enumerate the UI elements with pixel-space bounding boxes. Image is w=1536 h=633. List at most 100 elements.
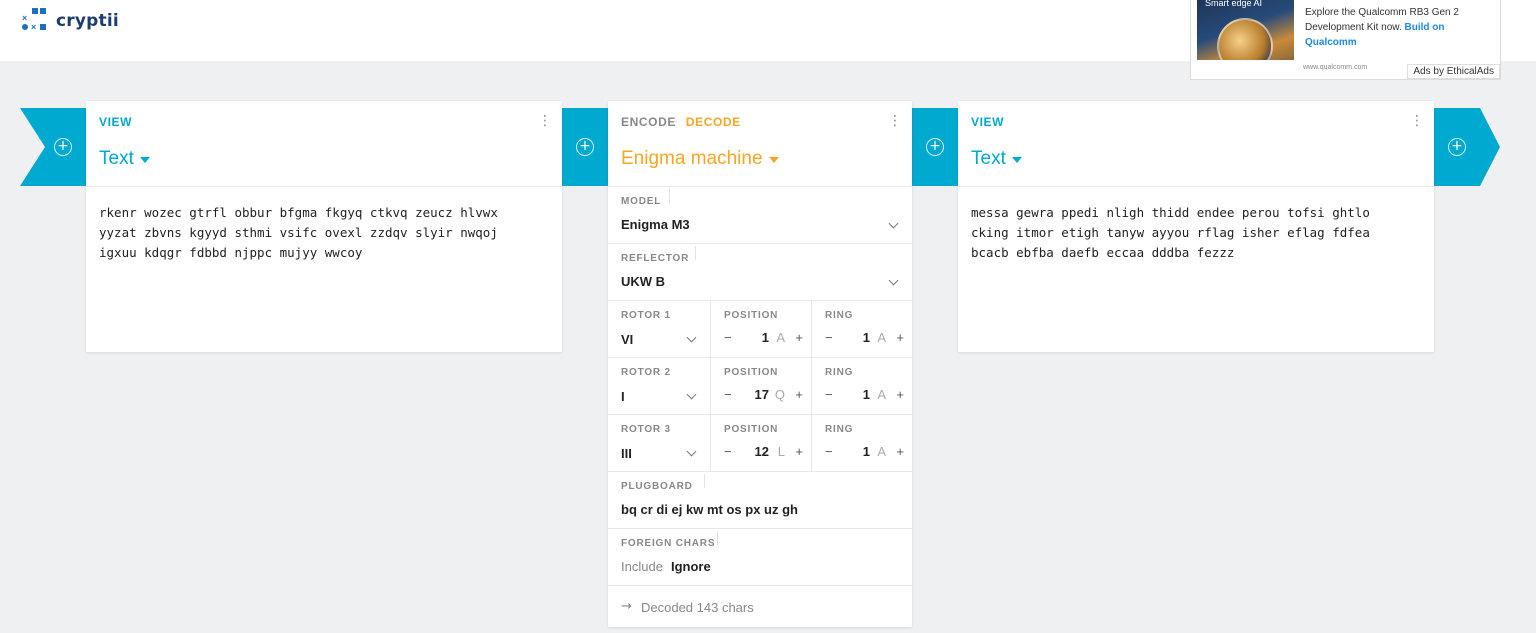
reflector-value: UKW B [621,274,666,289]
more-vert-icon[interactable]: ⋮ [888,113,902,127]
plugboard-input[interactable]: bq cr di ej kw mt os px uz gh [621,502,798,517]
rotor-value: I [621,389,625,404]
app-logo[interactable]: × × cryptii [22,8,119,34]
sponsored-ad[interactable]: Smart edge AI Explore the Qualcomm RB3 G… [1190,0,1501,80]
app-name: cryptii [56,11,119,31]
rotor-row-2: ROTOR 2 I POSITION − 17 Q + RING − 1 A + [608,358,912,415]
ring-label: RING [825,424,854,435]
add-circle-icon[interactable]: + [926,138,944,156]
position-value[interactable]: 1 [762,330,769,345]
ring-value[interactable]: 1 [863,330,870,345]
encode-decode-toggle: ENCODE DECODE [621,115,741,129]
setting-label: MODEL [621,196,662,207]
model-value: Enigma M3 [621,217,690,232]
ring-value[interactable]: 1 [863,444,870,459]
chevron-down-icon [888,218,899,229]
rotor-label: ROTOR 3 [621,424,671,435]
pipe-connector-1: + [562,108,608,186]
increment-button[interactable]: + [896,444,904,459]
card-category: VIEW [99,115,133,129]
add-circle-icon[interactable]: + [576,138,594,156]
setting-label: FOREIGN CHARS [621,538,716,549]
ads-by-ethicalads-link[interactable]: Ads by EthicalAds [1407,64,1500,79]
pipe-connector-2: + [912,108,958,186]
increment-button[interactable]: + [896,387,904,402]
ad-image-label: Smart edge AI [1205,0,1263,8]
rotor-ring-stepper: RING − 1 A + [811,301,912,358]
encode-toggle[interactable]: ENCODE [621,115,676,129]
caret-down-icon [139,157,150,163]
label-divider [704,474,705,488]
include-option[interactable]: Include [621,559,663,574]
position-value[interactable]: 17 [755,387,769,402]
rotor-value: VI [621,332,634,347]
status-message: Decoded 143 chars [641,600,754,615]
increment-button[interactable]: + [896,330,904,345]
rotor-position-stepper: POSITION − 1 A + [710,301,811,358]
caret-down-icon [768,157,779,163]
rotor-row-3: ROTOR 3 III POSITION − 12 L + RING − 1 A… [608,415,912,472]
rotor-label: ROTOR 2 [621,367,671,378]
card-category: VIEW [971,115,1005,129]
ring-letter: A [877,330,886,345]
position-letter: Q [774,387,785,402]
enigma-encoder-card: ENCODE DECODE ⋮ Enigma machine MODEL Eni… [608,101,912,627]
label-divider [717,531,718,545]
ad-image[interactable]: Smart edge AI [1197,0,1294,60]
rotor-ring-stepper: RING − 1 A + [811,358,912,415]
decrement-button[interactable]: − [724,387,732,402]
rotor-row-1: ROTOR 1 VI POSITION − 1 A + RING − 1 A + [608,301,912,358]
decrement-button[interactable]: − [825,330,833,345]
plugboard-setting[interactable]: PLUGBOARD bq cr di ej kw mt os px uz gh [608,472,912,529]
ring-letter: A [877,444,886,459]
ring-label: RING [825,367,854,378]
pipe-start: + [20,108,86,186]
model-setting[interactable]: MODEL Enigma M3 [608,187,912,244]
ignore-option[interactable]: Ignore [671,559,711,574]
decrement-button[interactable]: − [825,387,833,402]
decode-toggle[interactable]: DECODE [686,115,741,129]
ring-value[interactable]: 1 [863,387,870,402]
foreign-chars-setting: FOREIGN CHARS Include Ignore [608,529,912,586]
more-vert-icon[interactable]: ⋮ [538,113,552,127]
view-format-select[interactable]: Text [99,148,150,170]
decrement-button[interactable]: − [724,330,732,345]
rotor-select[interactable]: ROTOR 2 I [608,358,710,415]
ad-domain: www.qualcomm.com [1303,64,1368,71]
card-title: Text [99,148,134,169]
ring-label: RING [825,310,854,321]
input-textarea[interactable]: rkenr wozec gtrfl obbur bfgma fkgyq ctkv… [86,187,562,279]
rotor-select[interactable]: ROTOR 3 III [608,415,710,472]
rotor-position-stepper: POSITION − 17 Q + [710,358,811,415]
label-divider [669,189,670,203]
card-header: VIEW ⋮ Text [86,101,562,187]
position-letter: A [776,330,785,345]
position-letter: L [777,444,785,459]
position-value[interactable]: 12 [755,444,769,459]
arrow-right-icon: → [621,599,632,614]
encoder-select[interactable]: Enigma machine [621,148,779,170]
chevron-down-icon [888,275,899,286]
input-text-view-card: VIEW ⋮ Text rkenr wozec gtrfl obbur bfgm… [86,101,562,352]
ad-text[interactable]: Explore the Qualcomm RB3 Gen 2 Developme… [1305,5,1495,50]
increment-button[interactable]: + [795,387,803,402]
ring-letter: A [877,387,886,402]
increment-button[interactable]: + [795,330,803,345]
position-label: POSITION [724,310,779,321]
rotor-select[interactable]: ROTOR 1 VI [608,301,710,358]
caret-down-icon [1011,157,1022,163]
reflector-setting[interactable]: REFLECTOR UKW B [608,244,912,301]
add-circle-icon[interactable]: + [1448,138,1466,156]
position-label: POSITION [724,367,779,378]
card-title: Text [971,148,1006,169]
card-header: ENCODE DECODE ⋮ Enigma machine [608,101,912,187]
more-vert-icon[interactable]: ⋮ [1410,113,1424,127]
view-format-select[interactable]: Text [971,148,1022,170]
add-circle-icon[interactable]: + [54,138,72,156]
rotor-value: III [621,446,632,461]
chevron-down-icon [686,446,697,457]
output-textarea[interactable]: messa gewra ppedi nligh thidd endee pero… [958,187,1434,279]
decrement-button[interactable]: − [724,444,732,459]
decrement-button[interactable]: − [825,444,833,459]
increment-button[interactable]: + [795,444,803,459]
